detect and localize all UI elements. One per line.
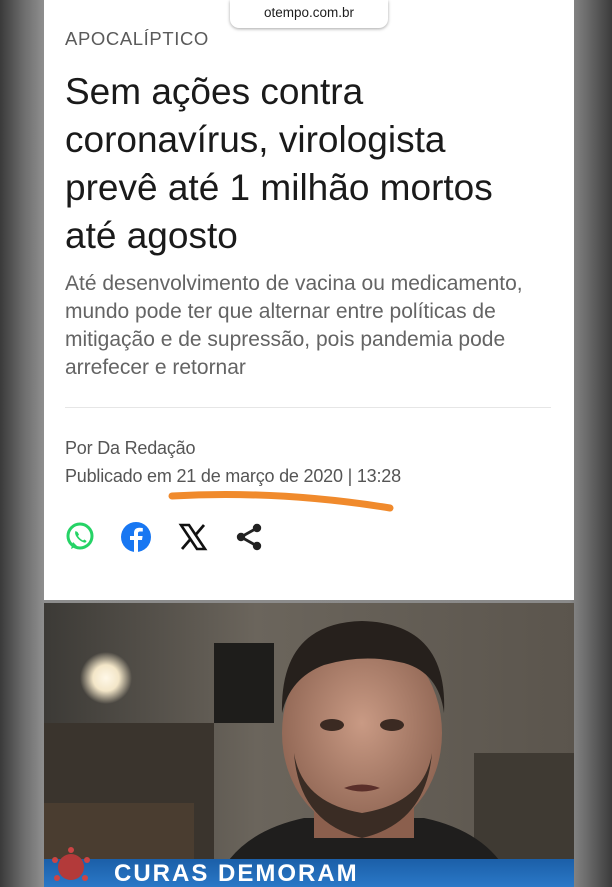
whatsapp-share-button[interactable] (63, 520, 97, 554)
whatsapp-icon (66, 522, 94, 550)
publish-date: Publicado em 21 de março de 2020 | 13:28 (65, 466, 401, 486)
x-share-button[interactable] (176, 520, 210, 554)
share-button[interactable] (232, 520, 266, 554)
article-subhead: Até desenvolvimento de vacina ou medicam… (65, 272, 523, 379)
video-thumbnail[interactable]: CURAS DEMORAM (44, 603, 574, 887)
highlight-underline (168, 491, 394, 512)
x-icon (178, 523, 208, 551)
url-text: otempo.com.br (263, 5, 355, 20)
divider (65, 407, 551, 408)
article-headline: Sem ações contra coronavírus, virologist… (65, 71, 493, 256)
url-bar[interactable]: otempo.com.br (230, 0, 388, 28)
article-kicker: APOCALÍPTICO (65, 28, 209, 49)
share-icon (236, 523, 262, 551)
article-byline[interactable]: Por Da Redação (65, 438, 195, 459)
facebook-share-button[interactable] (119, 520, 153, 554)
video-frame-image (44, 603, 574, 887)
video-caption: CURAS DEMORAM (44, 859, 574, 887)
virus-icon (52, 847, 90, 881)
facebook-icon (121, 522, 151, 552)
